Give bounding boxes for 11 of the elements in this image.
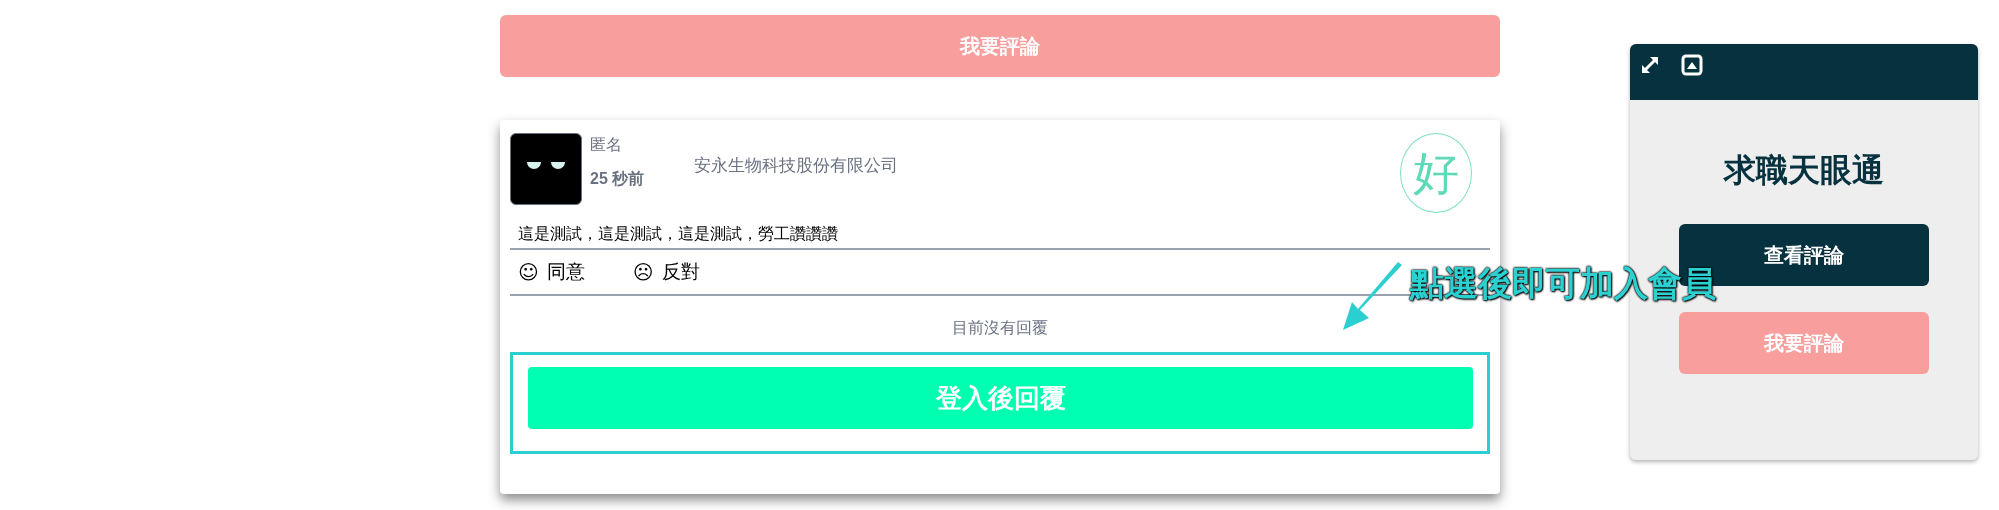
review-text: 這是測試，這是測試，這是測試，勞工讚讚讚 bbox=[518, 224, 839, 244]
reaction-button[interactable]: ☺ 同意 bbox=[518, 257, 585, 287]
expand-icon[interactable] bbox=[1639, 54, 1661, 76]
author-name: 匿名 bbox=[590, 135, 623, 155]
avatar-icon bbox=[510, 133, 582, 205]
company-name: 安永生物科技股份有限公司 bbox=[694, 155, 899, 177]
reaction-button[interactable]: ☹ 反對 bbox=[632, 257, 700, 287]
post-time: 25 秒前 bbox=[590, 169, 645, 189]
widget-title: 求職天眼通 bbox=[1722, 151, 1885, 190]
collapse-icon[interactable] bbox=[1681, 54, 1703, 76]
no-replies-text: 目前沒有回覆 bbox=[951, 318, 1049, 338]
